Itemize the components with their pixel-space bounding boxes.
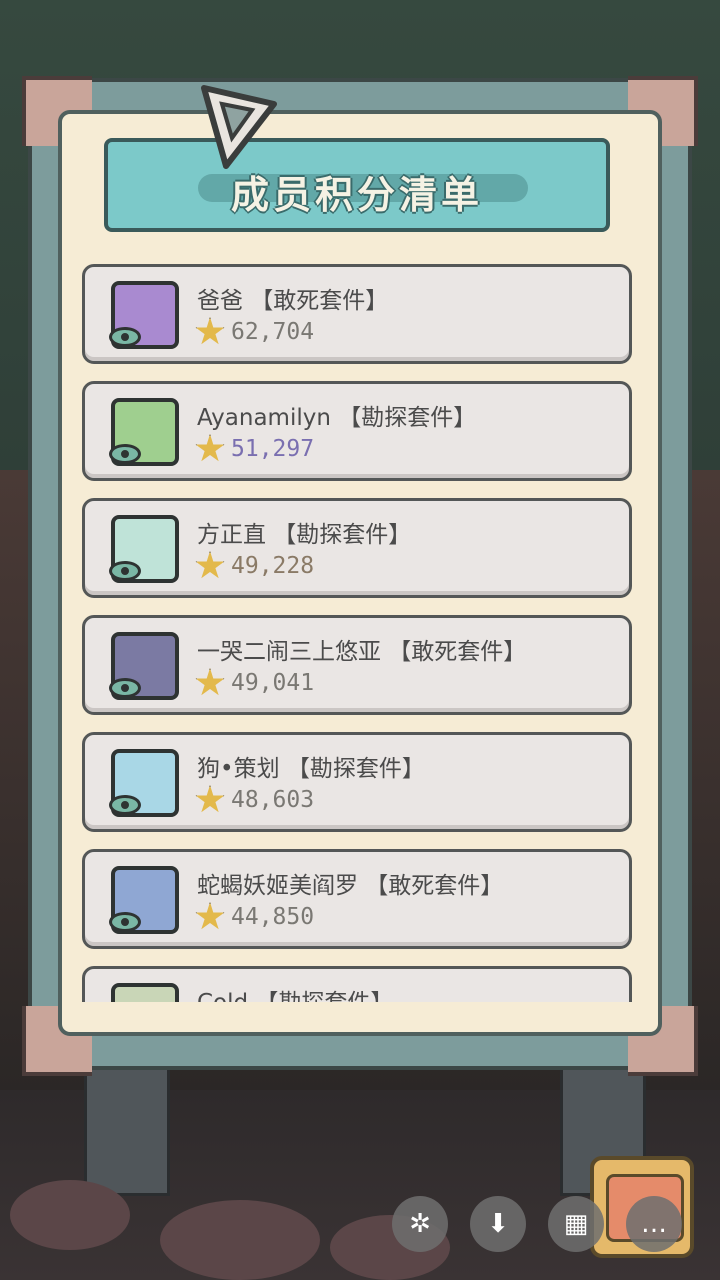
member-score: 62,704 [231,319,315,345]
member-row[interactable]: Cold 【勘探套件】 [82,966,632,1002]
title-banner: 成员积分清单 [104,138,610,232]
star-coin-icon [195,668,225,696]
member-score: 49,228 [231,553,315,579]
avatar[interactable] [111,983,179,1002]
eye-icon[interactable] [109,561,141,581]
member-row[interactable]: 爸爸 【敢死套件】 62,704 [82,264,632,364]
member-row[interactable]: 蛇蝎妖姬美阎罗 【敢死套件】 44,850 [82,849,632,949]
member-row[interactable]: 方正直 【勘探套件】 49,228 [82,498,632,598]
star-coin-icon [195,785,225,813]
sparkle-icon[interactable]: ✲ [392,1196,448,1252]
eye-icon[interactable] [109,678,141,698]
member-score: 49,041 [231,670,315,696]
member-name: 蛇蝎妖姬美阎罗 【敢死套件】 [197,873,504,899]
more-icon[interactable]: … [626,1196,682,1252]
rubble [10,1180,130,1250]
member-list[interactable]: 爸爸 【敢死套件】 62,704 Ayanamilyn 【勘探套件】 51,297 方正… [82,264,634,1002]
eye-icon[interactable] [109,795,141,815]
download-icon[interactable]: ⬇ [470,1196,526,1252]
eye-icon[interactable] [109,912,141,932]
member-name: 狗•策划 【勘探套件】 [197,756,425,782]
grid-icon[interactable]: ▦ [548,1196,604,1252]
member-row[interactable]: 狗•策划 【勘探套件】 48,603 [82,732,632,832]
member-score: 51,297 [231,436,315,462]
member-score: 48,603 [231,787,315,813]
member-name: 爸爸 【敢死套件】 [197,288,389,314]
member-name: Ayanamilyn 【勘探套件】 [197,405,477,431]
member-row[interactable]: 一哭二闹三上悠亚 【敢死套件】 49,041 [82,615,632,715]
star-coin-icon [195,551,225,579]
member-name: 一哭二闹三上悠亚 【敢死套件】 [197,639,527,665]
member-name: 方正直 【勘探套件】 [197,522,412,548]
rubble [160,1200,320,1280]
star-coin-icon [195,902,225,930]
member-score: 44,850 [231,904,315,930]
triangle-emblem-icon [201,85,277,169]
star-coin-icon [195,317,225,345]
page-title: 成员积分清单 [230,173,483,217]
eye-icon[interactable] [109,444,141,464]
member-name: Cold 【勘探套件】 [197,983,393,1002]
eye-icon[interactable] [109,327,141,347]
member-row[interactable]: Ayanamilyn 【勘探套件】 51,297 [82,381,632,481]
star-coin-icon [195,434,225,462]
